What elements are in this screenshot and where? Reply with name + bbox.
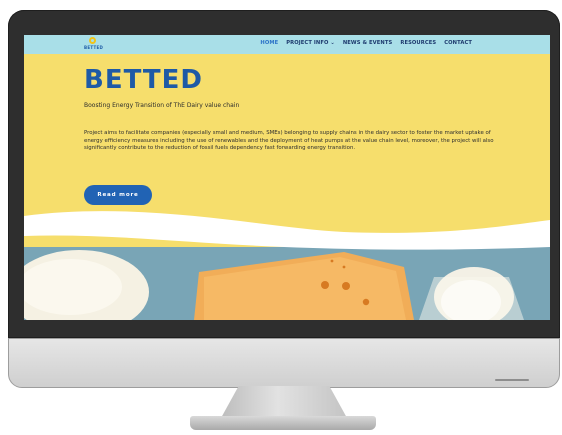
monitor-indicator xyxy=(495,379,529,381)
nav-resources[interactable]: RESOURCES xyxy=(400,40,436,46)
nav-home[interactable]: HOME xyxy=(260,40,278,46)
nav-project-info[interactable]: PROJECT INFO ⌄ xyxy=(286,40,335,46)
monitor-stand-neck xyxy=(221,386,347,418)
top-navigation-bar: BETTED HOME PROJECT INFO ⌄ NEWS & EVENTS… xyxy=(24,35,550,54)
nav-contact[interactable]: CONTACT xyxy=(444,40,472,46)
nav-news-events[interactable]: NEWS & EVENTS xyxy=(343,40,393,46)
logo-sun-icon xyxy=(89,37,96,44)
hero-wave-divider xyxy=(24,211,550,250)
website-screen: BETTED HOME PROJECT INFO ⌄ NEWS & EVENTS… xyxy=(24,35,550,320)
logo-text: BETTED xyxy=(84,45,104,50)
hero-title: BETTED xyxy=(84,65,203,95)
monitor-stand-base xyxy=(190,416,376,430)
hero-description: Project aims to facilitate companies (es… xyxy=(84,130,494,152)
monitor-chin xyxy=(8,338,560,388)
betted-logo-icon[interactable]: BETTED xyxy=(84,37,104,52)
main-menu: HOME PROJECT INFO ⌄ NEWS & EVENTS RESOUR… xyxy=(260,40,472,46)
hero-subtitle: Boosting Energy Transition of ThE Dairy … xyxy=(84,102,240,109)
